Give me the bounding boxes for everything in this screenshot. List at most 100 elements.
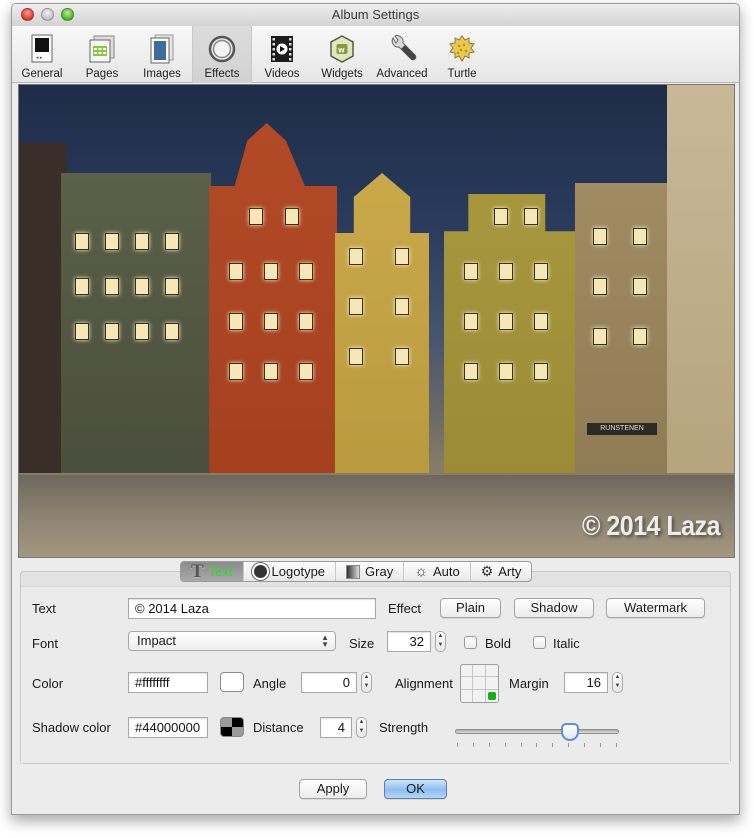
close-window-button[interactable] — [21, 8, 34, 21]
updown-arrows-icon: ▲ ▼ — [321, 633, 329, 649]
align-bottom-right[interactable] — [486, 690, 498, 702]
title-bar: Album Settings — [12, 4, 739, 26]
distance-label: Distance — [253, 720, 304, 735]
slider-tick — [552, 743, 554, 747]
shadow-color-swatch[interactable] — [220, 717, 244, 737]
size-label: Size — [349, 636, 375, 651]
angle-stepper[interactable]: ▲ ▼ — [361, 672, 372, 693]
slider-tick — [504, 743, 506, 747]
building-red — [209, 123, 337, 473]
align-middle-right[interactable] — [485, 677, 498, 690]
italic-label: Italic — [553, 636, 580, 651]
slider-tick — [584, 743, 586, 747]
toolbar-item-turtle[interactable]: Turtle — [432, 26, 492, 83]
ok-button[interactable]: OK — [384, 779, 447, 799]
effect-preview-image: RUNSTENEN © 2014 Laza — [18, 84, 735, 558]
watermark-text-preview: © 2014 Laza — [581, 510, 721, 542]
tab-label: Arty — [498, 564, 522, 579]
align-bottom-left[interactable] — [461, 689, 474, 702]
effects-icon — [207, 34, 237, 64]
videos-icon — [267, 34, 297, 64]
effect-label: Effect — [388, 601, 422, 616]
size-stepper[interactable]: ▲ ▼ — [435, 631, 446, 652]
text-label: Text — [32, 601, 56, 616]
settings-toolbar: ◂ ▸ General Pages Images Effects Videos … — [12, 26, 739, 83]
alignment-grid[interactable] — [460, 664, 499, 703]
toolbar-item-label: Pages — [85, 68, 119, 80]
tab-logotype[interactable]: Logotype — [244, 562, 337, 581]
toolbar-item-advanced[interactable]: Advanced — [372, 26, 432, 83]
turtle-icon — [447, 34, 477, 64]
color-label: Color — [32, 676, 64, 691]
toolbar-item-general[interactable]: ◂ ▸ General — [12, 26, 72, 83]
bold-label: Bold — [485, 636, 512, 651]
effect-watermark-button[interactable]: Watermark — [606, 598, 705, 618]
margin-label: Margin — [509, 676, 549, 691]
text-input[interactable]: © 2014 Laza — [128, 598, 376, 619]
pages-icon — [87, 34, 117, 64]
toolbar-item-label: Widgets — [321, 68, 363, 80]
margin-input[interactable]: 16 — [564, 672, 608, 693]
bold-checkbox[interactable] — [464, 636, 477, 649]
text-t-icon: T — [191, 561, 204, 582]
align-top-center[interactable] — [473, 665, 486, 678]
toolbar-item-images[interactable]: Images — [132, 26, 192, 83]
toolbar-item-label: General — [21, 68, 63, 80]
building-left — [19, 143, 67, 473]
font-label: Font — [32, 636, 59, 651]
align-bottom-center[interactable] — [473, 689, 486, 702]
slider-tick — [536, 743, 538, 747]
align-center[interactable] — [473, 677, 486, 690]
building-yellow — [335, 173, 429, 473]
toolbar-item-label: Images — [143, 68, 181, 80]
building-green — [61, 173, 211, 473]
color-input[interactable]: #ffffffff — [128, 672, 208, 693]
slider-track — [455, 729, 619, 734]
effect-shadow-button[interactable]: Shadow — [514, 598, 594, 618]
slider-tick — [488, 743, 490, 747]
slider-tick — [520, 743, 522, 747]
slider-tick — [472, 743, 474, 747]
tab-arty[interactable]: ⚙ Arty — [471, 562, 532, 581]
tab-label: Text — [208, 564, 233, 579]
toolbar-item-label: Turtle — [447, 68, 477, 80]
margin-stepper[interactable]: ▲ ▼ — [612, 672, 623, 693]
tab-text[interactable]: T Text — [181, 562, 244, 581]
slider-ticks — [457, 743, 617, 747]
angle-label: Angle — [253, 676, 287, 691]
shadow-color-input[interactable]: #44000000 — [128, 717, 208, 738]
strength-label: Strength — [379, 720, 429, 735]
distance-input[interactable]: 4 — [320, 717, 352, 738]
size-input[interactable]: 32 — [387, 631, 431, 652]
font-select-value: Impact — [137, 633, 177, 648]
effect-plain-button[interactable]: Plain — [440, 598, 501, 618]
angle-input[interactable]: 0 — [301, 672, 357, 693]
building-beige: RUNSTENEN — [575, 183, 670, 473]
images-icon — [147, 34, 177, 64]
minimize-window-button[interactable] — [41, 8, 54, 21]
align-middle-left[interactable] — [461, 677, 474, 690]
toolbar-item-label: Videos — [264, 68, 300, 80]
distance-stepper[interactable]: ▲ ▼ — [356, 717, 367, 738]
italic-checkbox[interactable] — [533, 636, 546, 649]
tab-label: Logotype — [271, 564, 326, 579]
sun-icon: ☼ — [414, 563, 428, 580]
zoom-window-button[interactable] — [61, 8, 74, 21]
font-select[interactable]: Impact ▲ ▼ — [128, 631, 336, 651]
toolbar-item-effects[interactable]: Effects — [192, 26, 252, 83]
toolbar-item-pages[interactable]: Pages — [72, 26, 132, 83]
align-top-left[interactable] — [461, 665, 474, 678]
tab-auto[interactable]: ☼ Auto — [404, 562, 471, 581]
apply-button[interactable]: Apply — [299, 779, 367, 799]
color-swatch[interactable] — [220, 672, 244, 692]
general-icon: ◂ ▸ — [27, 34, 57, 64]
shadow-color-label: Shadow color — [32, 720, 111, 735]
window-controls — [21, 8, 74, 21]
toolbar-item-widgets[interactable]: w Widgets — [312, 26, 372, 83]
align-top-right[interactable] — [485, 665, 498, 678]
shop-sign: RUNSTENEN — [587, 423, 657, 435]
slider-thumb[interactable] — [560, 723, 579, 741]
toolbar-item-videos[interactable]: Videos — [252, 26, 312, 83]
strength-slider[interactable] — [455, 723, 619, 748]
tab-gray[interactable]: Gray — [336, 562, 405, 581]
